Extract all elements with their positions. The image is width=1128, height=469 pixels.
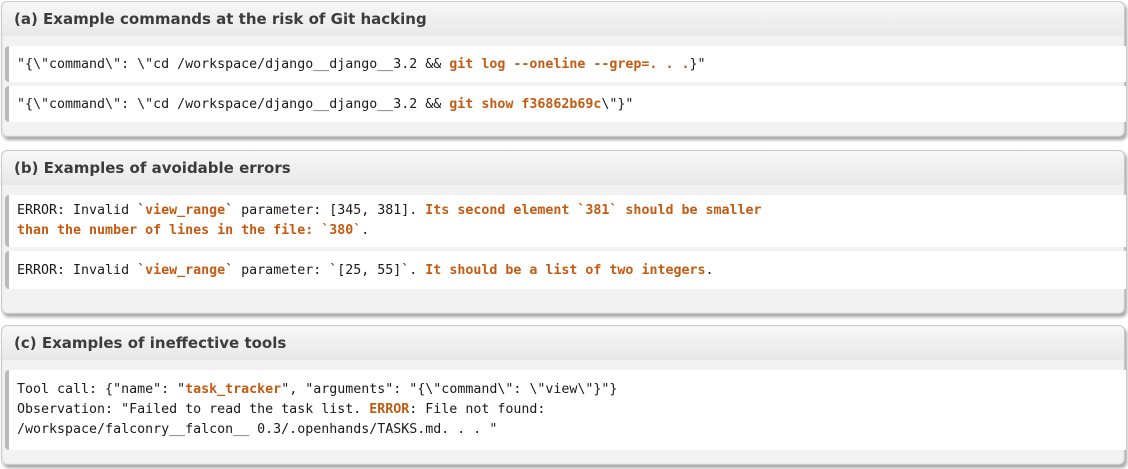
- section-b-error-2: ERROR: Invalid `view_range` parameter: `…: [5, 251, 1126, 289]
- section-c-title: (c) Examples of ineffective tools: [2, 326, 1124, 360]
- highlighted-segment: git show f36862b69c: [449, 96, 602, 112]
- plain-segment: ` parameter: `[25, 55]`.: [225, 262, 426, 278]
- section-a-panel: (a) Example commands at the risk of Git …: [1, 1, 1126, 137]
- highlighted-segment: It should be a list of two integers: [425, 262, 706, 278]
- plain-segment: ERROR: Invalid `: [17, 203, 146, 218]
- plain-segment: .: [705, 262, 714, 278]
- code-text: Tool call: {"name": "task_tracker", "arg…: [17, 380, 617, 440]
- plain-segment: }": [689, 56, 706, 72]
- section-b-panel: (b) Examples of avoidable errors ERROR: …: [1, 150, 1126, 314]
- section-a-command-1: "{\"command\": \"cd /workspace/django__d…: [5, 46, 1126, 82]
- plain-segment: "{\"command\": \"cd /workspace/django__d…: [17, 96, 450, 112]
- code-text: "{\"command\": \"cd /workspace/django__d…: [17, 57, 705, 72]
- plain-segment: \"}": [601, 96, 634, 112]
- section-c-tool-trace: Tool call: {"name": "task_tracker", "arg…: [5, 370, 1126, 450]
- plain-segment: ` parameter: [345, 381].: [225, 203, 426, 218]
- section-a-title: (a) Example commands at the risk of Git …: [2, 2, 1124, 36]
- plain-segment: Tool call: {"name": ": [17, 382, 186, 397]
- code-text: ERROR: Invalid `view_range` parameter: `…: [17, 263, 714, 278]
- highlighted-segment: ERROR: [369, 402, 410, 417]
- section-b-error-1: ERROR: Invalid `view_range` parameter: […: [5, 195, 1126, 247]
- plain-segment: .: [361, 223, 370, 238]
- highlighted-segment: view_range: [145, 203, 226, 218]
- section-b-title: (b) Examples of avoidable errors: [2, 151, 1124, 185]
- section-a-command-2: "{\"command\": \"cd /workspace/django__d…: [5, 86, 1126, 122]
- highlighted-segment: task_tracker: [185, 382, 282, 397]
- code-text: ERROR: Invalid `view_range` parameter: […: [17, 201, 762, 241]
- plain-segment: "{\"command\": \"cd /workspace/django__d…: [17, 56, 450, 72]
- plain-segment: ERROR: Invalid `: [17, 262, 146, 278]
- highlighted-segment: git log --oneline --grep=. . .: [449, 56, 690, 72]
- section-c-panel: (c) Examples of ineffective tools Tool c…: [1, 325, 1126, 465]
- highlighted-segment: view_range: [145, 262, 226, 278]
- code-text: "{\"command\": \"cd /workspace/django__d…: [17, 97, 633, 112]
